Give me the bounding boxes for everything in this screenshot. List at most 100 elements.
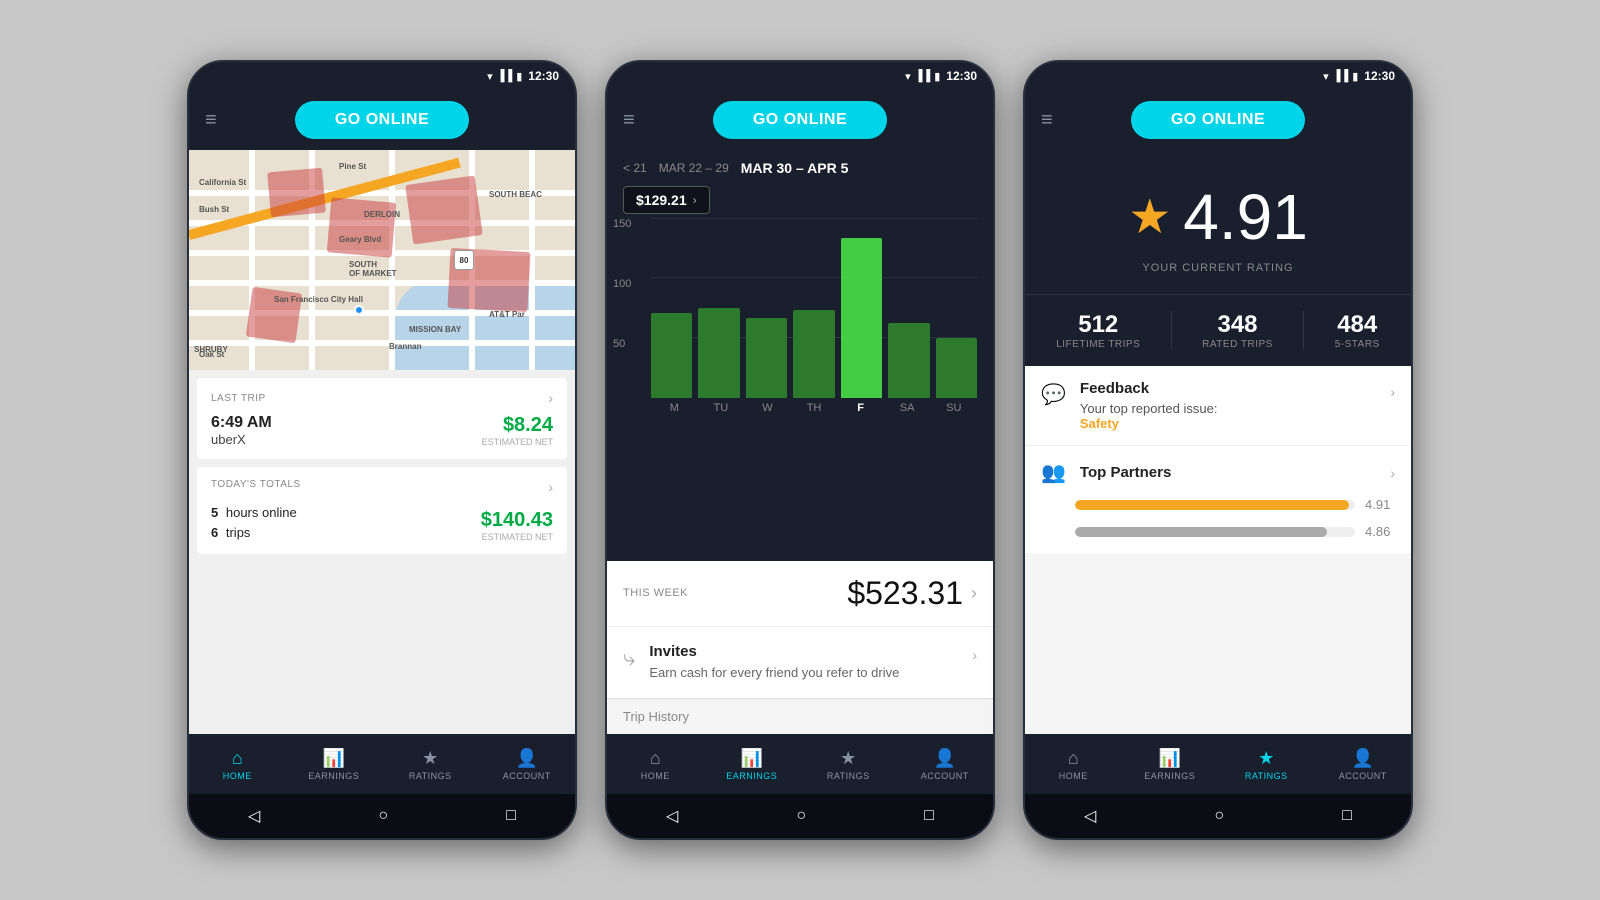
recents-btn-3[interactable]: □ bbox=[1342, 807, 1352, 825]
last-trip-card: LAST TRIP › 6:49 AM uberX $8.24 ESTIMATE… bbox=[197, 378, 567, 459]
android-nav-1: ◁ ○ □ bbox=[189, 794, 575, 838]
home-btn-1[interactable]: ○ bbox=[378, 807, 388, 825]
feedback-card[interactable]: 💬 Feedback Your top reported issue: Safe… bbox=[1025, 366, 1411, 446]
date-nav-current[interactable]: MAR 30 – APR 5 bbox=[741, 160, 849, 176]
map-label-mission: MISSION BAY bbox=[409, 325, 461, 334]
menu-icon-3[interactable]: ≡ bbox=[1041, 109, 1053, 132]
status-bar-1: ▾ ▐▐ ▮ 12:30 bbox=[189, 62, 575, 90]
nav-earnings-3[interactable]: 📊 EARNINGS bbox=[1122, 748, 1219, 781]
rating-label: YOUR CURRENT RATING bbox=[1142, 262, 1293, 274]
recents-btn-2[interactable]: □ bbox=[924, 807, 934, 825]
stat-rated-trips: 348 RATED TRIPS bbox=[1202, 311, 1273, 350]
status-time-2: 12:30 bbox=[946, 69, 977, 83]
this-week-label: THIS WEEK bbox=[623, 587, 688, 599]
go-online-btn-2[interactable]: GO ONLINE bbox=[713, 101, 887, 139]
earnings-label-2: EARNINGS bbox=[726, 771, 777, 781]
earnings-pill-amount: $129.21 bbox=[636, 192, 687, 208]
back-btn-3[interactable]: ◁ bbox=[1084, 806, 1096, 826]
ratings-content: ★ 4.91 YOUR CURRENT RATING 512 LIFETIME … bbox=[1025, 150, 1411, 734]
chart-bar-m bbox=[651, 313, 692, 398]
this-week-arrow[interactable]: › bbox=[971, 583, 977, 604]
map-label-derloin: DERLOIN bbox=[364, 210, 400, 219]
rating-main: ★ 4.91 YOUR CURRENT RATING bbox=[1025, 150, 1411, 294]
nav-ratings-2[interactable]: ★ RATINGS bbox=[800, 748, 897, 781]
bottom-nav-1: ⌂ HOME 📊 EARNINGS ★ RATINGS 👤 ACCOUNT bbox=[189, 734, 575, 794]
android-nav-2: ◁ ○ □ bbox=[607, 794, 993, 838]
map-label-bush: Bush St bbox=[199, 205, 229, 214]
location-dot bbox=[354, 305, 364, 315]
partner-bar-bg-2 bbox=[1075, 527, 1355, 537]
rated-trips-label: RATED TRIPS bbox=[1202, 339, 1273, 350]
account-icon-1: 👤 bbox=[516, 748, 538, 769]
this-week-amount: $523.31 › bbox=[847, 575, 977, 612]
stat-five-stars: 484 5-STARS bbox=[1335, 311, 1380, 350]
feedback-icon: 💬 bbox=[1041, 382, 1066, 407]
last-trip-amount: $8.24 bbox=[482, 414, 553, 437]
last-trip-arrow[interactable]: › bbox=[548, 390, 553, 406]
earnings-icon-3: 📊 bbox=[1159, 748, 1181, 769]
stat-divider-1 bbox=[1171, 311, 1172, 350]
nav-earnings-1[interactable]: 📊 EARNINGS bbox=[286, 748, 383, 781]
map-label-brannan: Brannan bbox=[389, 342, 421, 351]
date-nav-mid[interactable]: MAR 22 – 29 bbox=[659, 161, 729, 175]
nav-ratings-1[interactable]: ★ RATINGS bbox=[382, 748, 479, 781]
chart-bar-th bbox=[793, 310, 834, 398]
battery-icon-3: ▮ bbox=[1352, 70, 1358, 83]
go-online-btn-1[interactable]: GO ONLINE bbox=[295, 101, 469, 139]
partner-bar-fill-1 bbox=[1075, 500, 1349, 510]
go-online-btn-3[interactable]: GO ONLINE bbox=[1131, 101, 1305, 139]
chart-bar-su bbox=[936, 338, 977, 398]
status-bar-3: ▾ ▐▐ ▮ 12:30 bbox=[1025, 62, 1411, 90]
top-partners-arrow: › bbox=[1390, 465, 1395, 481]
rated-trips-num: 348 bbox=[1202, 311, 1273, 339]
home-label-2: HOME bbox=[641, 771, 670, 781]
invites-title: Invites bbox=[649, 643, 958, 660]
recents-btn-1[interactable]: □ bbox=[506, 807, 516, 825]
totals-arrow[interactable]: › bbox=[548, 479, 553, 495]
earnings-amount-pill[interactable]: $129.21 › bbox=[623, 186, 710, 214]
partner-bar-fill-2 bbox=[1075, 527, 1327, 537]
home-btn-2[interactable]: ○ bbox=[796, 807, 806, 825]
trip-history-peek[interactable]: Trip History bbox=[607, 698, 993, 734]
totals-hours-num: 5 bbox=[211, 505, 218, 520]
home-btn-3[interactable]: ○ bbox=[1214, 807, 1224, 825]
this-week-amount-value: $523.31 bbox=[847, 575, 963, 612]
map-area: California St Bush St Geary Blvd San Fra… bbox=[189, 150, 575, 370]
stats-row: 512 LIFETIME TRIPS 348 RATED TRIPS 484 5… bbox=[1025, 294, 1411, 366]
top-nav-3: ≡ GO ONLINE bbox=[1025, 90, 1411, 150]
nav-earnings-2[interactable]: 📊 EARNINGS bbox=[704, 748, 801, 781]
back-btn-2[interactable]: ◁ bbox=[666, 806, 678, 826]
nav-account-1[interactable]: 👤 ACCOUNT bbox=[479, 748, 576, 781]
date-nav-prev[interactable]: < 21 bbox=[623, 161, 647, 175]
phone-home: ▾ ▐▐ ▮ 12:30 ≡ GO ONLINE bbox=[187, 60, 577, 840]
totals-left: 5 hours online 6 trips bbox=[211, 503, 297, 542]
bottom-nav-2: ⌂ HOME 📊 EARNINGS ★ RATINGS 👤 ACCOUNT bbox=[607, 734, 993, 794]
last-trip-est-label: ESTIMATED NET bbox=[482, 437, 553, 447]
trip-history-label: Trip History bbox=[623, 709, 689, 724]
invites-card[interactable]: ⤷ Invites Earn cash for every friend you… bbox=[607, 626, 993, 698]
map-label-california: California St bbox=[199, 178, 246, 187]
nav-home-2[interactable]: ⌂ HOME bbox=[607, 748, 704, 781]
chart-x-label-th: TH bbox=[791, 402, 838, 414]
android-nav-3: ◁ ○ □ bbox=[1025, 794, 1411, 838]
nav-home-1[interactable]: ⌂ HOME bbox=[189, 748, 286, 781]
chart-x-labels: MTUWTHFSASU bbox=[651, 402, 977, 414]
menu-icon-2[interactable]: ≡ bbox=[623, 109, 635, 132]
chart-bar-f bbox=[841, 238, 882, 398]
nav-account-3[interactable]: 👤 ACCOUNT bbox=[1315, 748, 1412, 781]
stat-lifetime-trips: 512 LIFETIME TRIPS bbox=[1056, 311, 1140, 350]
menu-icon-1[interactable]: ≡ bbox=[205, 109, 217, 132]
chart-x-label-w: W bbox=[744, 402, 791, 414]
status-bar-2: ▾ ▐▐ ▮ 12:30 bbox=[607, 62, 993, 90]
nav-account-2[interactable]: 👤 ACCOUNT bbox=[897, 748, 994, 781]
rating-star-row: ★ 4.91 bbox=[1128, 180, 1308, 254]
chart-bars bbox=[651, 218, 977, 398]
top-partners-header[interactable]: 👥 Top Partners › bbox=[1041, 460, 1395, 485]
top-nav-1: ≡ GO ONLINE bbox=[189, 90, 575, 150]
account-icon-3: 👤 bbox=[1352, 748, 1374, 769]
nav-ratings-3[interactable]: ★ RATINGS bbox=[1218, 748, 1315, 781]
back-btn-1[interactable]: ◁ bbox=[248, 806, 260, 826]
earnings-pill-arrow: › bbox=[693, 193, 697, 207]
nav-home-3[interactable]: ⌂ HOME bbox=[1025, 748, 1122, 781]
totals-amount-block: $140.43 ESTIMATED NET bbox=[481, 509, 553, 542]
